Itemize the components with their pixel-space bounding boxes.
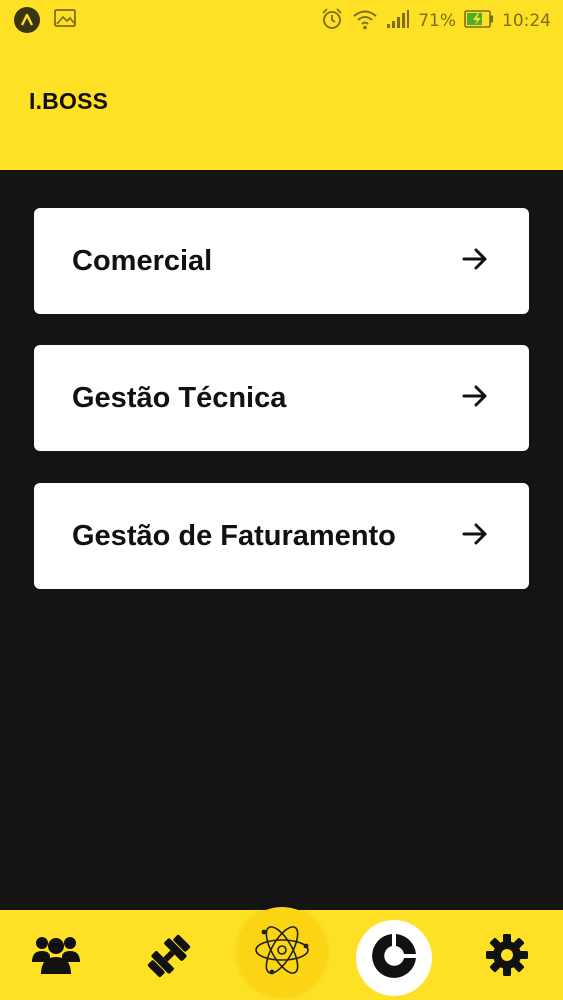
image-notification-icon [54,9,76,31]
nav-settings-button[interactable] [482,932,532,982]
signal-icon [386,9,410,33]
menu-item-gestao-tecnica[interactable]: Gestão Técnica [34,345,529,451]
arrow-right-icon [461,245,489,278]
menu-item-gestao-faturamento[interactable]: Gestão de Faturamento [34,483,529,589]
nav-users-button[interactable] [30,930,82,982]
arrow-right-icon [461,520,489,553]
status-bar: 71% 10:24 [0,0,563,38]
menu-item-label: Comercial [72,244,213,277]
clock: 10:24 [502,11,551,31]
battery-charging-icon [464,10,494,32]
page-title: I.BOSS [29,88,109,114]
gear-icon [484,932,530,983]
arrow-right-icon [461,382,489,415]
dumbbell-icon [145,932,193,985]
nav-home-button[interactable] [237,907,327,997]
status-left [14,7,76,33]
donut-chart-icon [369,931,419,986]
battery-percent: 71% [418,11,456,31]
alarm-icon [320,7,344,35]
status-right: 71% 10:24 [320,7,551,35]
app-header: 71% 10:24 I.BOSS [0,0,563,170]
menu-item-label: Gestão Técnica [72,381,287,414]
nav-fitness-button[interactable] [143,932,195,984]
nav-reports-button[interactable] [356,920,432,996]
menu-item-comercial[interactable]: Comercial [34,208,529,314]
users-icon [31,932,81,981]
wifi-icon [352,8,378,34]
atom-icon [252,920,312,985]
menu-item-label: Gestão de Faturamento [72,519,396,552]
app-notification-icon [14,7,40,33]
